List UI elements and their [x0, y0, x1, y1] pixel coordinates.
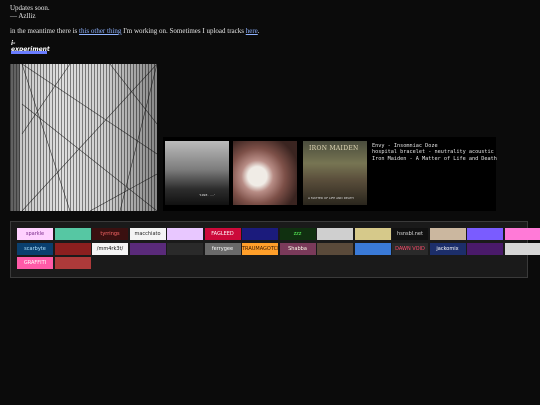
now-playing-panel: '1993 · ....' IRON MAIDEN A MATTER OF LI…: [163, 137, 497, 211]
button-wall: sparkle tyrrings macchiato FAGLEED zzz hsnsbl…: [10, 221, 540, 278]
site-button[interactable]: GRAFFITI: [17, 257, 53, 269]
site-button[interactable]: /mm4rk3t/: [92, 242, 128, 255]
site-button[interactable]: [129, 242, 166, 255]
site-button[interactable]: [167, 242, 203, 255]
site-button[interactable]: Shabba: [279, 242, 316, 255]
logo-bar: [11, 51, 47, 54]
other-thing-link[interactable]: this other thing: [79, 27, 121, 35]
site-button[interactable]: [504, 242, 540, 255]
site-button[interactable]: FAGLEED: [204, 228, 241, 240]
site-button[interactable]: [54, 228, 91, 240]
site-button[interactable]: [467, 242, 503, 255]
album-cover-3[interactable]: IRON MAIDEN A MATTER OF LIFE AND DEATH: [303, 141, 367, 205]
site-button[interactable]: ferrygee: [204, 242, 241, 255]
site-button[interactable]: [317, 242, 353, 255]
cover-caption: '1993 · ....': [199, 193, 215, 197]
site-button[interactable]: scarbyte: [17, 242, 53, 255]
intro-line-links: in the meantime there is this other thin…: [10, 27, 260, 35]
album-cover-2[interactable]: [233, 141, 297, 205]
intro-prefix: in the meantime there is: [10, 27, 78, 35]
site-button[interactable]: [354, 242, 391, 255]
site-button[interactable]: [354, 228, 391, 240]
site-button[interactable]: sparkle: [17, 228, 53, 240]
site-button[interactable]: [54, 242, 91, 255]
intro-middle: I'm working on. Sometimes I upload track…: [123, 27, 244, 35]
site-button[interactable]: [167, 228, 203, 240]
featured-artwork: [10, 64, 157, 211]
featured-artwork-image: [10, 64, 157, 211]
site-button[interactable]: [242, 228, 278, 240]
album-cover-1[interactable]: '1993 · ....': [165, 141, 229, 205]
track-item: hospital bracelet - neutrality acoustic: [372, 149, 494, 156]
site-button[interactable]: DAWN VOID: [392, 242, 428, 255]
site-button[interactable]: zzz: [279, 228, 316, 240]
site-button[interactable]: macchiato: [129, 228, 166, 240]
cover-album-name: A MATTER OF LIFE AND DEATH: [308, 196, 354, 200]
intro-line-signature: — Azlliz: [10, 12, 36, 20]
site-button[interactable]: [54, 257, 91, 269]
site-button[interactable]: [429, 228, 466, 240]
cover-band-name: IRON MAIDEN: [309, 145, 359, 152]
tracks-link[interactable]: here: [246, 27, 258, 35]
site-button[interactable]: [317, 228, 353, 240]
site-button[interactable]: TRAUMAGOTCHI: [242, 242, 278, 255]
site-button[interactable]: tyrrings: [92, 228, 128, 240]
track-item: Iron Maiden - A Matter of Life and Death: [372, 155, 497, 162]
site-button[interactable]: jackomix: [429, 242, 466, 255]
intro-line-updates: Updates soon.: [10, 4, 50, 12]
intro-suffix: .: [257, 27, 260, 35]
track-list: Envy - Insomniac Doze hospital bracelet -…: [372, 143, 497, 162]
site-button[interactable]: hsnsbl.net: [392, 228, 428, 240]
site-logo[interactable]: i-experiment: [11, 41, 50, 54]
site-button[interactable]: [467, 228, 503, 240]
site-button[interactable]: [504, 228, 540, 240]
